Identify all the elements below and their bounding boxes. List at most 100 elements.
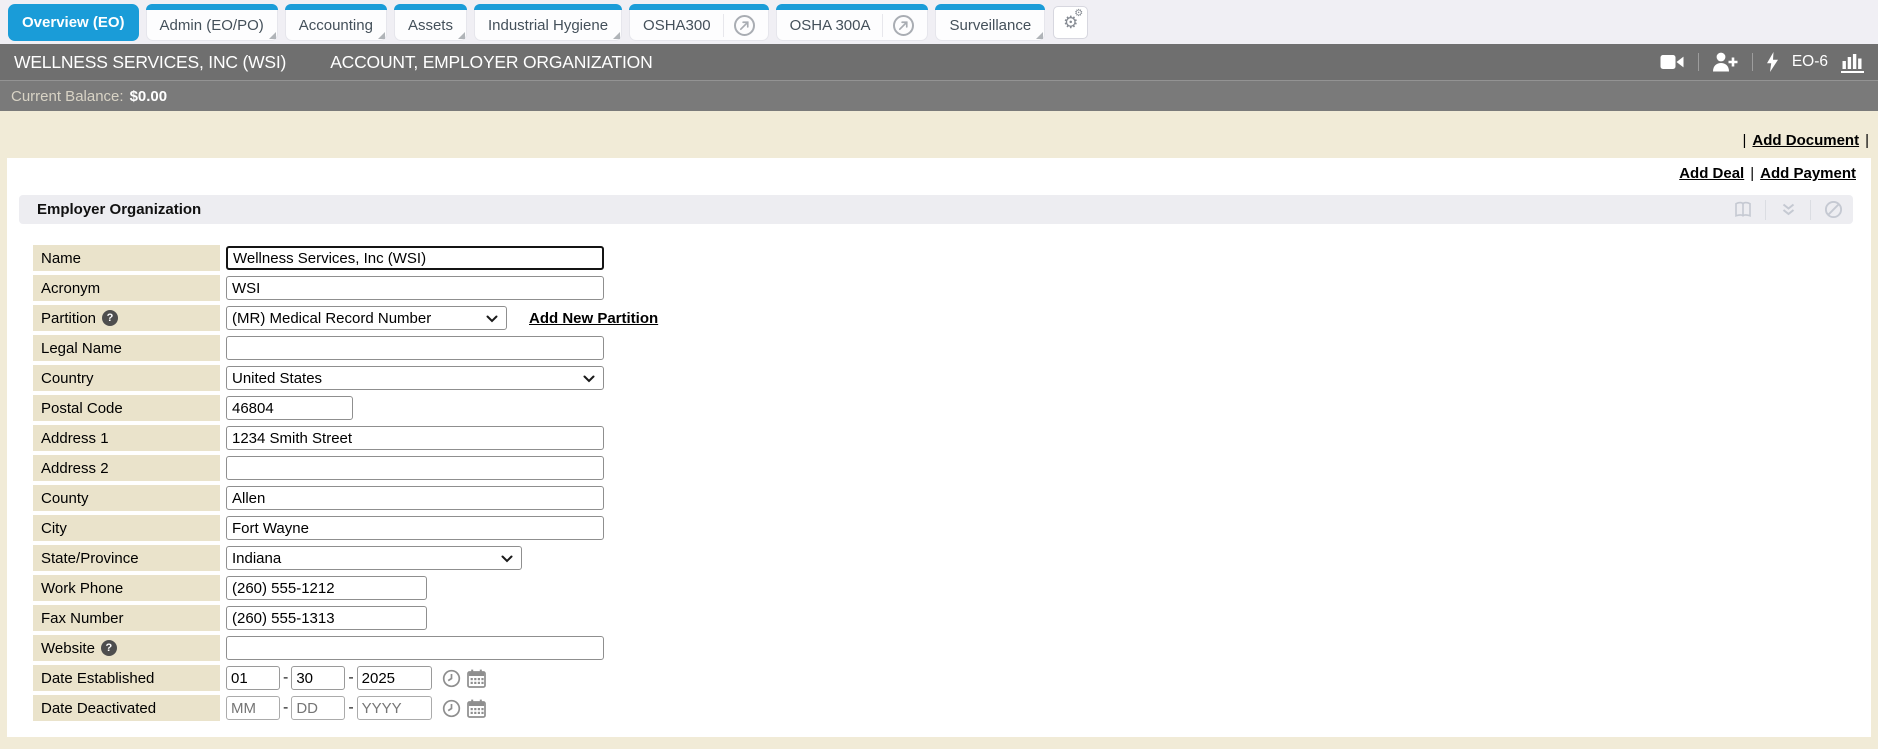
header-actions: EO-6 (1660, 52, 1864, 73)
state-province-select[interactable]: Indiana (226, 546, 522, 570)
tab-menu-fold-indicator (458, 32, 465, 39)
selected-value: Indiana (232, 550, 281, 567)
form-row-work-phone: Work Phone (33, 575, 1871, 601)
employer-form: Name Acronym Partition? (MR) Medical Rec… (33, 245, 1871, 721)
field-label-city: City (33, 515, 220, 541)
name-input[interactable] (226, 246, 604, 270)
city-input[interactable] (226, 516, 604, 540)
tab-bar: Overview (EO) Admin (EO/PO) Accounting Asse… (0, 0, 1878, 44)
add-payment-link[interactable]: Add Payment (1760, 165, 1856, 182)
tab-osha-300a[interactable]: OSHA 300A (776, 4, 929, 41)
tab-label: Assets (408, 17, 453, 34)
form-row-address-1: Address 1 (33, 425, 1871, 451)
form-row-acronym: Acronym (33, 275, 1871, 301)
add-document-link[interactable]: Add Document (1752, 132, 1859, 149)
chevron-down-icon (486, 310, 498, 327)
field-label-address-2: Address 2 (33, 455, 220, 481)
tab-overview-eo[interactable]: Overview (EO) (8, 4, 139, 41)
tab-label: OSHA 300A (790, 17, 871, 34)
status-badge: EO-6 (1792, 53, 1828, 71)
date-established-day-input[interactable] (291, 666, 345, 690)
country-select[interactable]: United States (226, 366, 604, 390)
field-label-acronym: Acronym (33, 275, 220, 301)
address-1-input[interactable] (226, 426, 604, 450)
chevron-down-icon (501, 550, 513, 567)
add-new-partition-link[interactable]: Add New Partition (529, 310, 658, 327)
date-deactivated-year-input[interactable] (357, 696, 432, 720)
form-row-state-province: State/Province Indiana (33, 545, 1871, 571)
date-deactivated-day-input[interactable] (291, 696, 345, 720)
tab-admin-eo-po[interactable]: Admin (EO/PO) (146, 4, 278, 41)
tab-label: Admin (EO/PO) (160, 17, 264, 34)
bar-chart-icon[interactable] (1841, 52, 1864, 73)
divider (1698, 53, 1699, 71)
record-header: WELLNESS SERVICES, INC (WSI) ACCOUNT, EM… (0, 44, 1878, 80)
ban-icon[interactable] (1821, 200, 1845, 220)
pipe-separator: | (1750, 165, 1754, 182)
section-title: Employer Organization (37, 201, 201, 218)
help-icon[interactable]: ? (102, 310, 118, 326)
tab-label: Accounting (299, 17, 373, 34)
form-row-partition: Partition? (MR) Medical Record Number Ad… (33, 305, 1871, 331)
date-deactivated-month-input[interactable] (226, 696, 280, 720)
legal-name-input[interactable] (226, 336, 604, 360)
calendar-icon[interactable] (467, 699, 486, 718)
tab-surveillance[interactable]: Surveillance (935, 4, 1045, 41)
field-label-legal-name: Legal Name (33, 335, 220, 361)
form-row-country: Country United States (33, 365, 1871, 391)
tab-menu-fold-indicator (269, 32, 276, 39)
tab-assets[interactable]: Assets (394, 4, 467, 41)
website-input[interactable] (226, 636, 604, 660)
field-label-country: Country (33, 365, 220, 391)
collapse-icon[interactable] (1776, 200, 1800, 220)
postal-code-input[interactable] (226, 396, 353, 420)
date-established-year-input[interactable] (357, 666, 432, 690)
form-row-postal-code: Postal Code (33, 395, 1871, 421)
form-row-date-deactivated: Date Deactivated - - (33, 695, 1871, 721)
add-deal-link[interactable]: Add Deal (1679, 165, 1744, 182)
form-row-date-established: Date Established - - (33, 665, 1871, 691)
pipe-separator: | (1865, 132, 1869, 149)
work-phone-input[interactable] (226, 576, 427, 600)
clock-icon[interactable] (442, 699, 461, 718)
deal-payment-links-row: Add Deal | Add Payment (7, 158, 1871, 182)
field-label-county: County (33, 485, 220, 511)
tab-label: OSHA300 (643, 17, 711, 34)
field-label-state-province: State/Province (33, 545, 220, 571)
field-label-website: Website? (33, 635, 220, 661)
video-camera-icon[interactable] (1660, 54, 1685, 70)
add-user-icon[interactable] (1712, 52, 1739, 72)
page-title: ACCOUNT, EMPLOYER ORGANIZATION (330, 52, 652, 73)
field-label-postal-code: Postal Code (33, 395, 220, 421)
book-icon[interactable] (1731, 200, 1755, 220)
calendar-icon[interactable] (467, 669, 486, 688)
pipe-separator: | (1743, 132, 1747, 149)
tab-list: Overview (EO) Admin (EO/PO) Accounting Asse… (8, 4, 1045, 44)
form-row-city: City (33, 515, 1871, 541)
field-label-address-1: Address 1 (33, 425, 220, 451)
county-input[interactable] (226, 486, 604, 510)
fax-number-input[interactable] (226, 606, 427, 630)
address-2-input[interactable] (226, 456, 604, 480)
external-link-icon[interactable] (893, 15, 914, 36)
tab-industrial-hygiene[interactable]: Industrial Hygiene (474, 4, 622, 41)
form-row-fax-number: Fax Number (33, 605, 1871, 631)
tab-osha300[interactable]: OSHA300 (629, 4, 769, 41)
partition-select[interactable]: (MR) Medical Record Number (226, 306, 507, 330)
help-icon[interactable]: ? (101, 640, 117, 656)
balance-value: $0.00 (130, 88, 168, 105)
date-established-month-input[interactable] (226, 666, 280, 690)
lightning-icon[interactable] (1766, 52, 1779, 72)
tab-accounting[interactable]: Accounting (285, 4, 387, 41)
acronym-input[interactable] (226, 276, 604, 300)
tab-settings-button[interactable]: ⚙ ⚙ (1053, 6, 1088, 39)
form-row-legal-name: Legal Name (33, 335, 1871, 361)
tab-label: Industrial Hygiene (488, 17, 608, 34)
field-label-work-phone: Work Phone (33, 575, 220, 601)
tab-menu-fold-indicator (613, 32, 620, 39)
chevron-down-icon (583, 370, 595, 387)
external-link-icon[interactable] (734, 15, 755, 36)
field-label-date-established: Date Established (33, 665, 220, 691)
tab-label: Overview (EO) (22, 14, 125, 31)
clock-icon[interactable] (442, 669, 461, 688)
